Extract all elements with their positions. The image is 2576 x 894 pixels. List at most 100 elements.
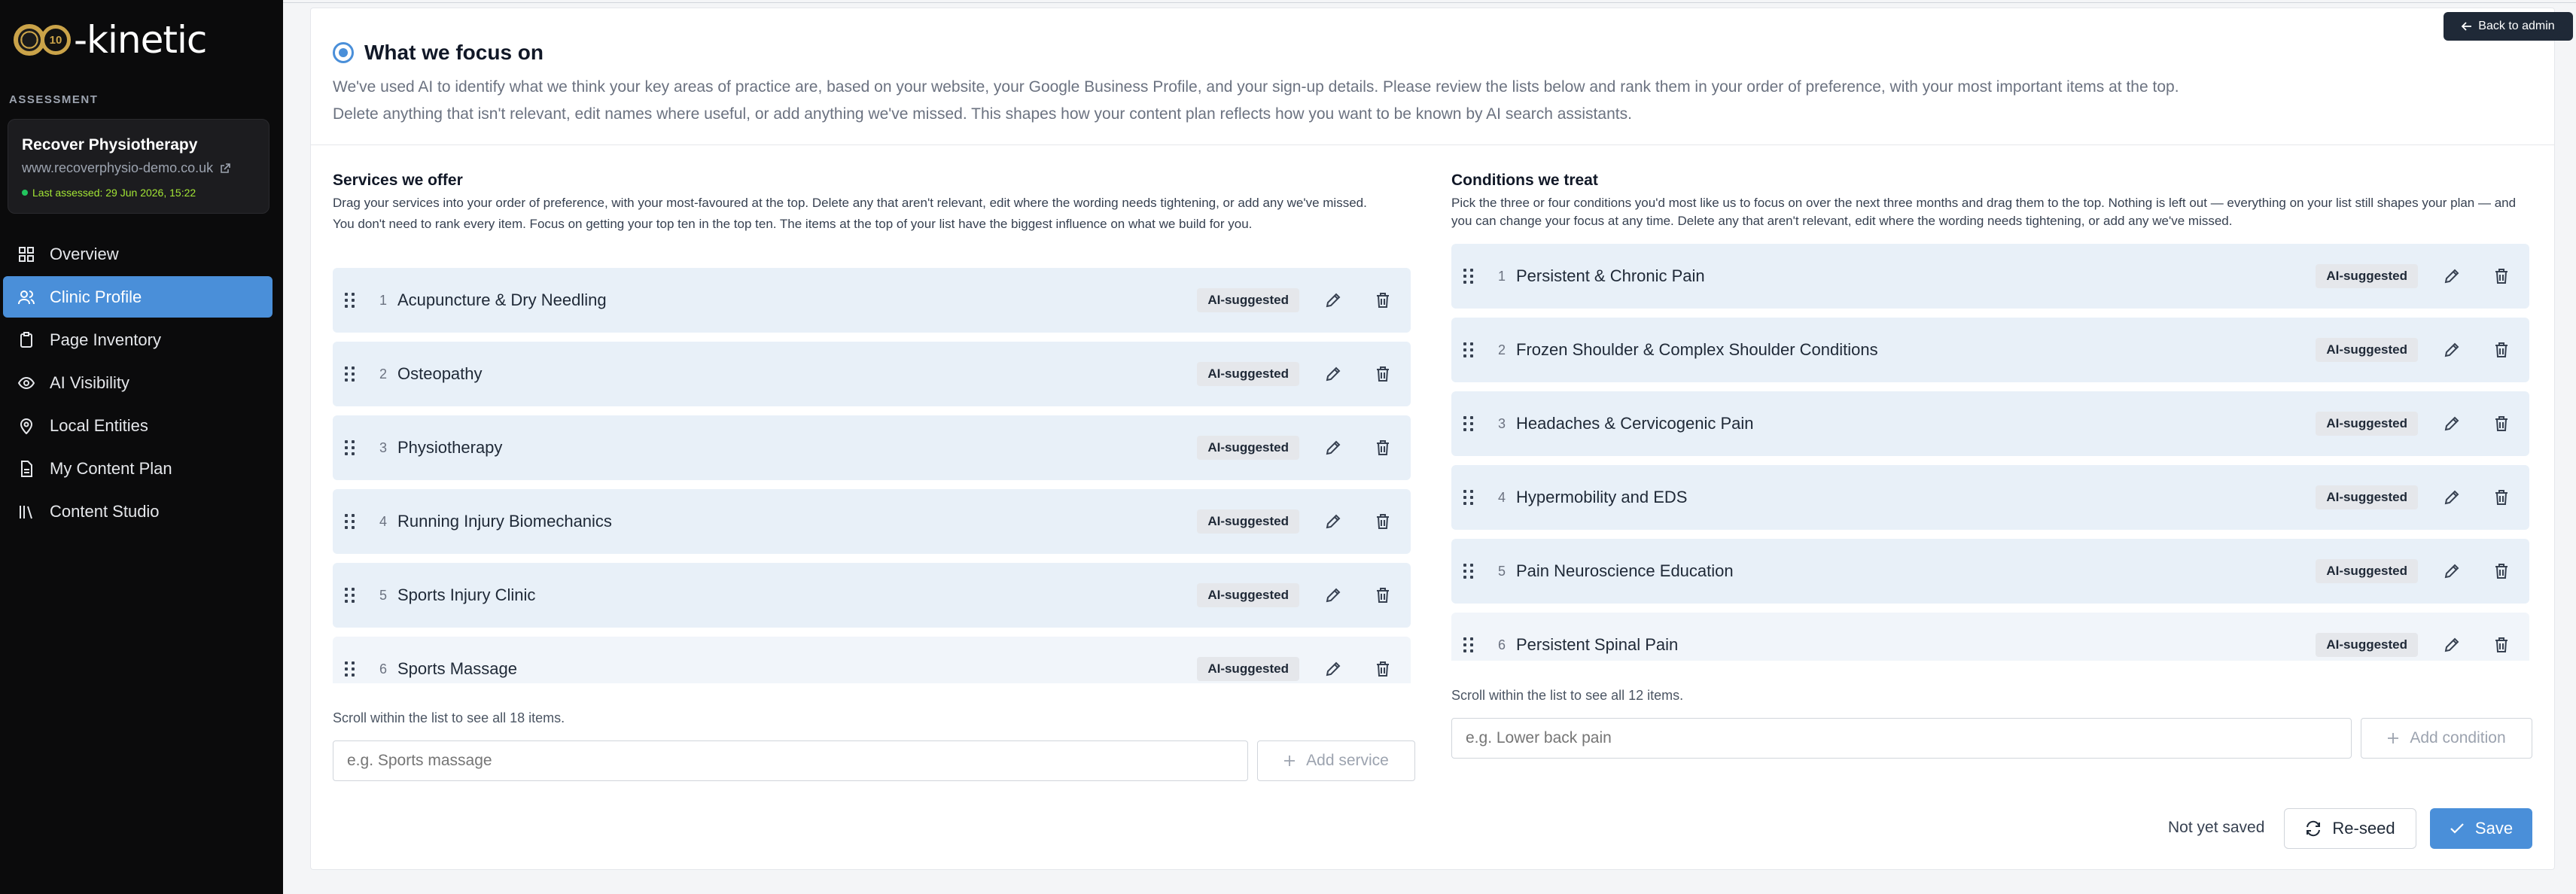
ai-suggested-badge: AI-suggested bbox=[2316, 412, 2418, 436]
item-name: Pain Neuroscience Education bbox=[1516, 561, 1734, 580]
sidebar-item-my-content-plan[interactable]: My Content Plan bbox=[3, 448, 273, 489]
edit-icon[interactable] bbox=[1322, 510, 1344, 533]
site-card: Recover Physiotherapy www.recoverphysio-… bbox=[8, 119, 269, 214]
page-title: What we focus on bbox=[364, 41, 544, 64]
drag-handle-icon[interactable] bbox=[345, 440, 357, 455]
item-rank: 5 bbox=[379, 587, 387, 603]
condition-input[interactable] bbox=[1451, 718, 2352, 759]
last-assessed-status: Last assessed: 29 Jun 2026, 15:22 bbox=[22, 187, 255, 199]
edit-icon[interactable] bbox=[1322, 289, 1344, 312]
ai-suggested-badge: AI-suggested bbox=[1197, 288, 1299, 312]
trash-icon[interactable] bbox=[1372, 658, 1394, 680]
drag-handle-icon[interactable] bbox=[345, 366, 357, 382]
trash-icon[interactable] bbox=[2490, 412, 2513, 435]
item-rank: 4 bbox=[1497, 489, 1506, 505]
trash-icon[interactable] bbox=[2490, 339, 2513, 361]
item-name: Running Injury Biomechanics bbox=[397, 512, 612, 531]
services-list[interactable]: 1 Acupuncture & Dry Needling AI-suggeste… bbox=[333, 268, 1411, 683]
list-item[interactable]: 4 Hypermobility and EDS AI-suggested bbox=[1451, 465, 2529, 530]
services-title: Services we offer bbox=[333, 172, 463, 189]
services-scroll-note: Scroll within the list to see all 18 ite… bbox=[333, 710, 565, 725]
sidebar-item-page-inventory[interactable]: Page Inventory bbox=[3, 319, 273, 360]
list-item[interactable]: 1 Acupuncture & Dry Needling AI-suggeste… bbox=[333, 268, 1411, 333]
map-pin-icon bbox=[18, 418, 35, 434]
edit-icon[interactable] bbox=[1322, 658, 1344, 680]
list-item[interactable]: 5 Pain Neuroscience Education AI-suggest… bbox=[1451, 539, 2529, 604]
service-input[interactable] bbox=[333, 740, 1248, 781]
drag-handle-icon[interactable] bbox=[1463, 416, 1475, 431]
edit-icon[interactable] bbox=[1322, 584, 1344, 607]
logo-mark-icon: 10 bbox=[14, 20, 72, 60]
site-url-link[interactable]: www.recoverphysio-demo.co.uk bbox=[22, 160, 255, 176]
list-item[interactable]: 2 Osteopathy AI-suggested bbox=[333, 342, 1411, 406]
edit-icon[interactable] bbox=[2441, 265, 2463, 287]
edit-icon[interactable] bbox=[2441, 339, 2463, 361]
item-name: Sports Massage bbox=[397, 659, 517, 678]
drag-handle-icon[interactable] bbox=[1463, 637, 1475, 652]
drag-handle-icon[interactable] bbox=[1463, 269, 1475, 284]
brand-logo[interactable]: 10 -kinetic bbox=[14, 17, 207, 63]
edit-icon[interactable] bbox=[2441, 560, 2463, 582]
sidebar-item-local-entities[interactable]: Local Entities bbox=[3, 405, 273, 446]
trash-icon[interactable] bbox=[1372, 584, 1394, 607]
conditions-description: Pick the three or four conditions you'd … bbox=[1451, 196, 2517, 228]
item-rank: 1 bbox=[379, 292, 387, 308]
refresh-icon bbox=[2307, 820, 2321, 837]
library-icon bbox=[18, 503, 35, 520]
plus-icon bbox=[1284, 756, 1296, 766]
item-rank: 3 bbox=[1497, 415, 1506, 431]
item-rank: 5 bbox=[1497, 563, 1506, 579]
conditions-scroll-note: Scroll within the list to see all 12 ite… bbox=[1451, 688, 1684, 703]
trash-icon[interactable] bbox=[1372, 289, 1394, 312]
edit-icon[interactable] bbox=[2441, 486, 2463, 509]
trash-icon[interactable] bbox=[2490, 560, 2513, 582]
section-label: ASSESSMENT bbox=[9, 93, 99, 106]
ai-suggested-badge: AI-suggested bbox=[1197, 362, 1299, 386]
trash-icon[interactable] bbox=[1372, 363, 1394, 385]
drag-handle-icon[interactable] bbox=[345, 588, 357, 603]
site-name: Recover Physiotherapy bbox=[22, 136, 198, 154]
drag-handle-icon[interactable] bbox=[345, 661, 357, 677]
edit-icon[interactable] bbox=[2441, 634, 2463, 656]
drag-handle-icon[interactable] bbox=[345, 293, 357, 308]
list-item[interactable]: 1 Persistent & Chronic Pain AI-suggested bbox=[1451, 244, 2529, 309]
add-service-button[interactable]: Add service bbox=[1257, 740, 1415, 781]
logo-text: -kinetic bbox=[74, 18, 207, 62]
item-rank: 2 bbox=[1497, 342, 1506, 357]
trash-icon[interactable] bbox=[1372, 510, 1394, 533]
conditions-title: Conditions we treat bbox=[1451, 172, 1598, 189]
trash-icon[interactable] bbox=[2490, 634, 2513, 656]
list-item[interactable]: 6 Persistent Spinal Pain AI-suggested bbox=[1451, 613, 2529, 661]
list-item[interactable]: 2 Frozen Shoulder & Complex Shoulder Con… bbox=[1451, 318, 2529, 382]
list-item[interactable]: 3 Headaches & Cervicogenic Pain AI-sugge… bbox=[1451, 391, 2529, 456]
trash-icon[interactable] bbox=[2490, 265, 2513, 287]
list-item[interactable]: 3 Physiotherapy AI-suggested bbox=[333, 415, 1411, 480]
drag-handle-icon[interactable] bbox=[1463, 564, 1475, 579]
edit-icon[interactable] bbox=[2441, 412, 2463, 435]
check-icon bbox=[2450, 823, 2464, 834]
drag-handle-icon[interactable] bbox=[345, 514, 357, 529]
drag-handle-icon[interactable] bbox=[1463, 490, 1475, 505]
drag-handle-icon[interactable] bbox=[1463, 342, 1475, 357]
list-item[interactable]: 5 Sports Injury Clinic AI-suggested bbox=[333, 563, 1411, 628]
sidebar-item-clinic-profile[interactable]: Clinic Profile bbox=[3, 276, 273, 318]
sidebar-item-ai-visibility[interactable]: AI Visibility bbox=[3, 362, 273, 403]
trash-icon[interactable] bbox=[2490, 486, 2513, 509]
reseed-button[interactable]: Re-seed bbox=[2284, 808, 2416, 849]
plus-icon bbox=[2388, 733, 2399, 743]
list-item[interactable]: 6 Sports Massage AI-suggested bbox=[333, 637, 1411, 683]
trash-icon[interactable] bbox=[1372, 436, 1394, 459]
external-link-icon bbox=[221, 163, 230, 173]
edit-icon[interactable] bbox=[1322, 363, 1344, 385]
target-icon bbox=[333, 42, 354, 63]
ai-suggested-badge: AI-suggested bbox=[2316, 559, 2418, 583]
back-to-admin-button[interactable]: Back to admin bbox=[2444, 12, 2573, 41]
add-condition-button[interactable]: Add condition bbox=[2361, 718, 2532, 759]
conditions-list[interactable]: 1 Persistent & Chronic Pain AI-suggested… bbox=[1451, 244, 2529, 661]
ai-suggested-badge: AI-suggested bbox=[2316, 264, 2418, 288]
list-item[interactable]: 4 Running Injury Biomechanics AI-suggest… bbox=[333, 489, 1411, 554]
edit-icon[interactable] bbox=[1322, 436, 1344, 459]
save-button[interactable]: Save bbox=[2430, 808, 2532, 849]
sidebar-item-content-studio[interactable]: Content Studio bbox=[3, 491, 273, 532]
sidebar-item-overview[interactable]: Overview bbox=[3, 233, 273, 275]
